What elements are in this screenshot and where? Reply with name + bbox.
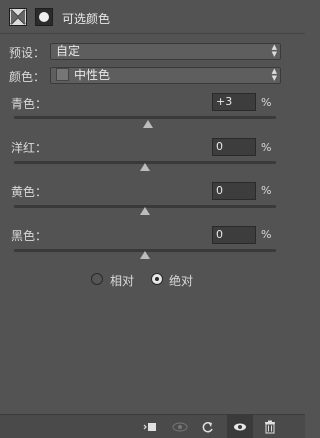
cyan-percent: % (261, 96, 272, 109)
yellow-value-input[interactable]: 0 (212, 182, 256, 200)
yellow-percent: % (261, 184, 272, 197)
color-swatch (56, 68, 69, 81)
delete-trash-icon[interactable] (263, 420, 277, 434)
view-previous-state-icon[interactable] (172, 420, 188, 434)
colors-label: 颜色： (9, 70, 46, 84)
black-slider-thumb[interactable] (140, 251, 150, 259)
yellow-slider-thumb[interactable] (140, 207, 150, 215)
reset-icon[interactable] (201, 420, 215, 434)
layer-mask-icon[interactable] (35, 8, 53, 26)
black-label: 黑色： (11, 229, 48, 243)
cyan-value-input[interactable]: +3 (212, 93, 256, 111)
magenta-label: 洋红： (11, 141, 48, 155)
preset-dropdown[interactable]: 自定 ▲ ▼ (50, 43, 281, 60)
panel-footer-toolbar (0, 414, 305, 438)
preset-label: 预设： (9, 46, 46, 60)
black-percent: % (261, 228, 272, 241)
cyan-label: 青色： (11, 97, 48, 111)
cyan-slider-track[interactable] (14, 116, 276, 119)
preset-value: 自定 (56, 44, 81, 58)
clip-to-layer-icon[interactable] (143, 420, 157, 434)
visibility-eye-icon (233, 420, 247, 434)
dropdown-arrows-icon: ▲ ▼ (271, 43, 277, 58)
colors-dropdown[interactable]: 中性色 ▲ ▼ (50, 67, 281, 84)
colors-value: 中性色 (74, 68, 111, 82)
header-divider (0, 33, 305, 34)
magenta-percent: % (261, 141, 272, 154)
absolute-label[interactable]: 绝对 (169, 272, 193, 289)
visibility-toggle[interactable] (227, 415, 253, 438)
panel-title: 可选颜色 (62, 12, 111, 26)
relative-radio[interactable] (91, 273, 103, 285)
relative-label[interactable]: 相对 (110, 272, 134, 289)
cyan-slider-thumb[interactable] (143, 120, 153, 128)
dropdown-arrows-icon: ▲ ▼ (271, 67, 277, 82)
magenta-slider-thumb[interactable] (140, 163, 150, 171)
panel-header: 可选颜色 (0, 0, 305, 34)
black-value-input[interactable]: 0 (212, 226, 256, 244)
absolute-radio[interactable] (151, 273, 163, 285)
magenta-value-input[interactable]: 0 (212, 138, 256, 156)
selective-color-adjustment-icon[interactable] (9, 8, 27, 26)
yellow-label: 黄色： (11, 185, 48, 199)
